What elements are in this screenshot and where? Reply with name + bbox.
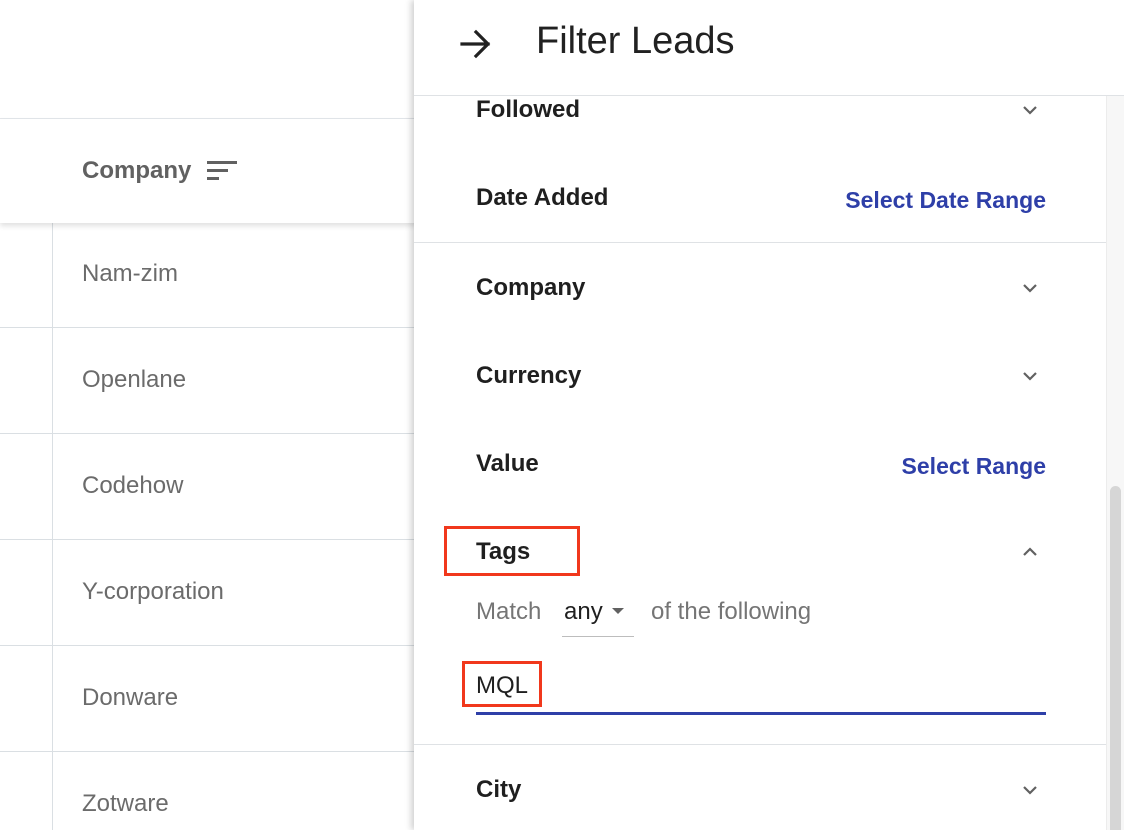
match-suffix: of the following xyxy=(651,598,812,625)
filter-city-label[interactable]: City xyxy=(476,776,521,804)
tag-input[interactable] xyxy=(476,666,1036,706)
company-cell: Y-corporation xyxy=(82,578,224,605)
match-select[interactable]: any xyxy=(562,596,634,637)
filter-tags-label[interactable]: Tags xyxy=(476,538,530,566)
company-cell: Codehow xyxy=(82,472,184,499)
table-header: Company xyxy=(0,119,420,223)
filter-currency-label[interactable]: Currency xyxy=(476,362,581,390)
column-divider xyxy=(52,646,53,751)
match-prefix: Match xyxy=(476,598,542,625)
panel-header: Filter Leads xyxy=(414,0,1124,96)
table-rows: Nam-zim Openlane Codehow Y-corporation D… xyxy=(0,222,420,830)
column-divider xyxy=(52,328,53,433)
panel-title: Filter Leads xyxy=(536,20,735,62)
company-cell: Zotware xyxy=(82,790,169,817)
scrollbar[interactable] xyxy=(1106,96,1124,830)
filter-value-label: Value xyxy=(476,450,539,477)
app-stage: Company Nam-zim Openlane Codehow Y-corpo… xyxy=(0,0,1124,830)
leads-table: Company Nam-zim Openlane Codehow Y-corpo… xyxy=(0,0,420,830)
tag-input-field xyxy=(476,666,1046,715)
table-row[interactable]: Donware xyxy=(0,646,420,752)
filter-company-label[interactable]: Company xyxy=(476,274,585,302)
table-row[interactable]: Zotware xyxy=(0,752,420,830)
filter-followed-label[interactable]: Followed xyxy=(476,96,580,124)
filter-panel: Filter Leads Followed Date Added Select … xyxy=(414,0,1124,830)
chevron-down-icon[interactable] xyxy=(1018,98,1042,122)
section-divider xyxy=(414,744,1106,745)
column-divider xyxy=(52,222,53,327)
company-cell: Donware xyxy=(82,684,179,711)
chevron-down-icon[interactable] xyxy=(1018,778,1042,802)
chevron-down-icon[interactable] xyxy=(1018,364,1042,388)
company-cell: Openlane xyxy=(82,366,187,393)
chevron-down-icon[interactable] xyxy=(1018,276,1042,300)
column-header-company[interactable]: Company xyxy=(82,157,191,185)
filter-date-added-label: Date Added xyxy=(476,184,609,211)
filter-list: Followed Date Added Select Date Range Co… xyxy=(414,96,1106,830)
table-row[interactable]: Y-corporation xyxy=(0,540,420,646)
column-divider xyxy=(52,540,53,645)
sort-icon[interactable] xyxy=(207,159,237,183)
scrollbar-thumb[interactable] xyxy=(1110,486,1121,830)
column-divider xyxy=(52,752,53,830)
match-select-value: any xyxy=(564,598,603,625)
select-date-range-link[interactable]: Select Date Range xyxy=(845,187,1046,214)
section-divider xyxy=(414,242,1106,243)
column-divider xyxy=(52,434,53,539)
company-cell: Nam-zim xyxy=(82,260,178,287)
chevron-up-icon[interactable] xyxy=(1018,540,1042,564)
arrow-right-icon[interactable] xyxy=(458,26,494,62)
caret-down-icon xyxy=(612,608,624,614)
table-row[interactable]: Codehow xyxy=(0,434,420,540)
table-row[interactable]: Openlane xyxy=(0,328,420,434)
select-range-link[interactable]: Select Range xyxy=(902,453,1046,480)
table-row[interactable]: Nam-zim xyxy=(0,222,420,328)
